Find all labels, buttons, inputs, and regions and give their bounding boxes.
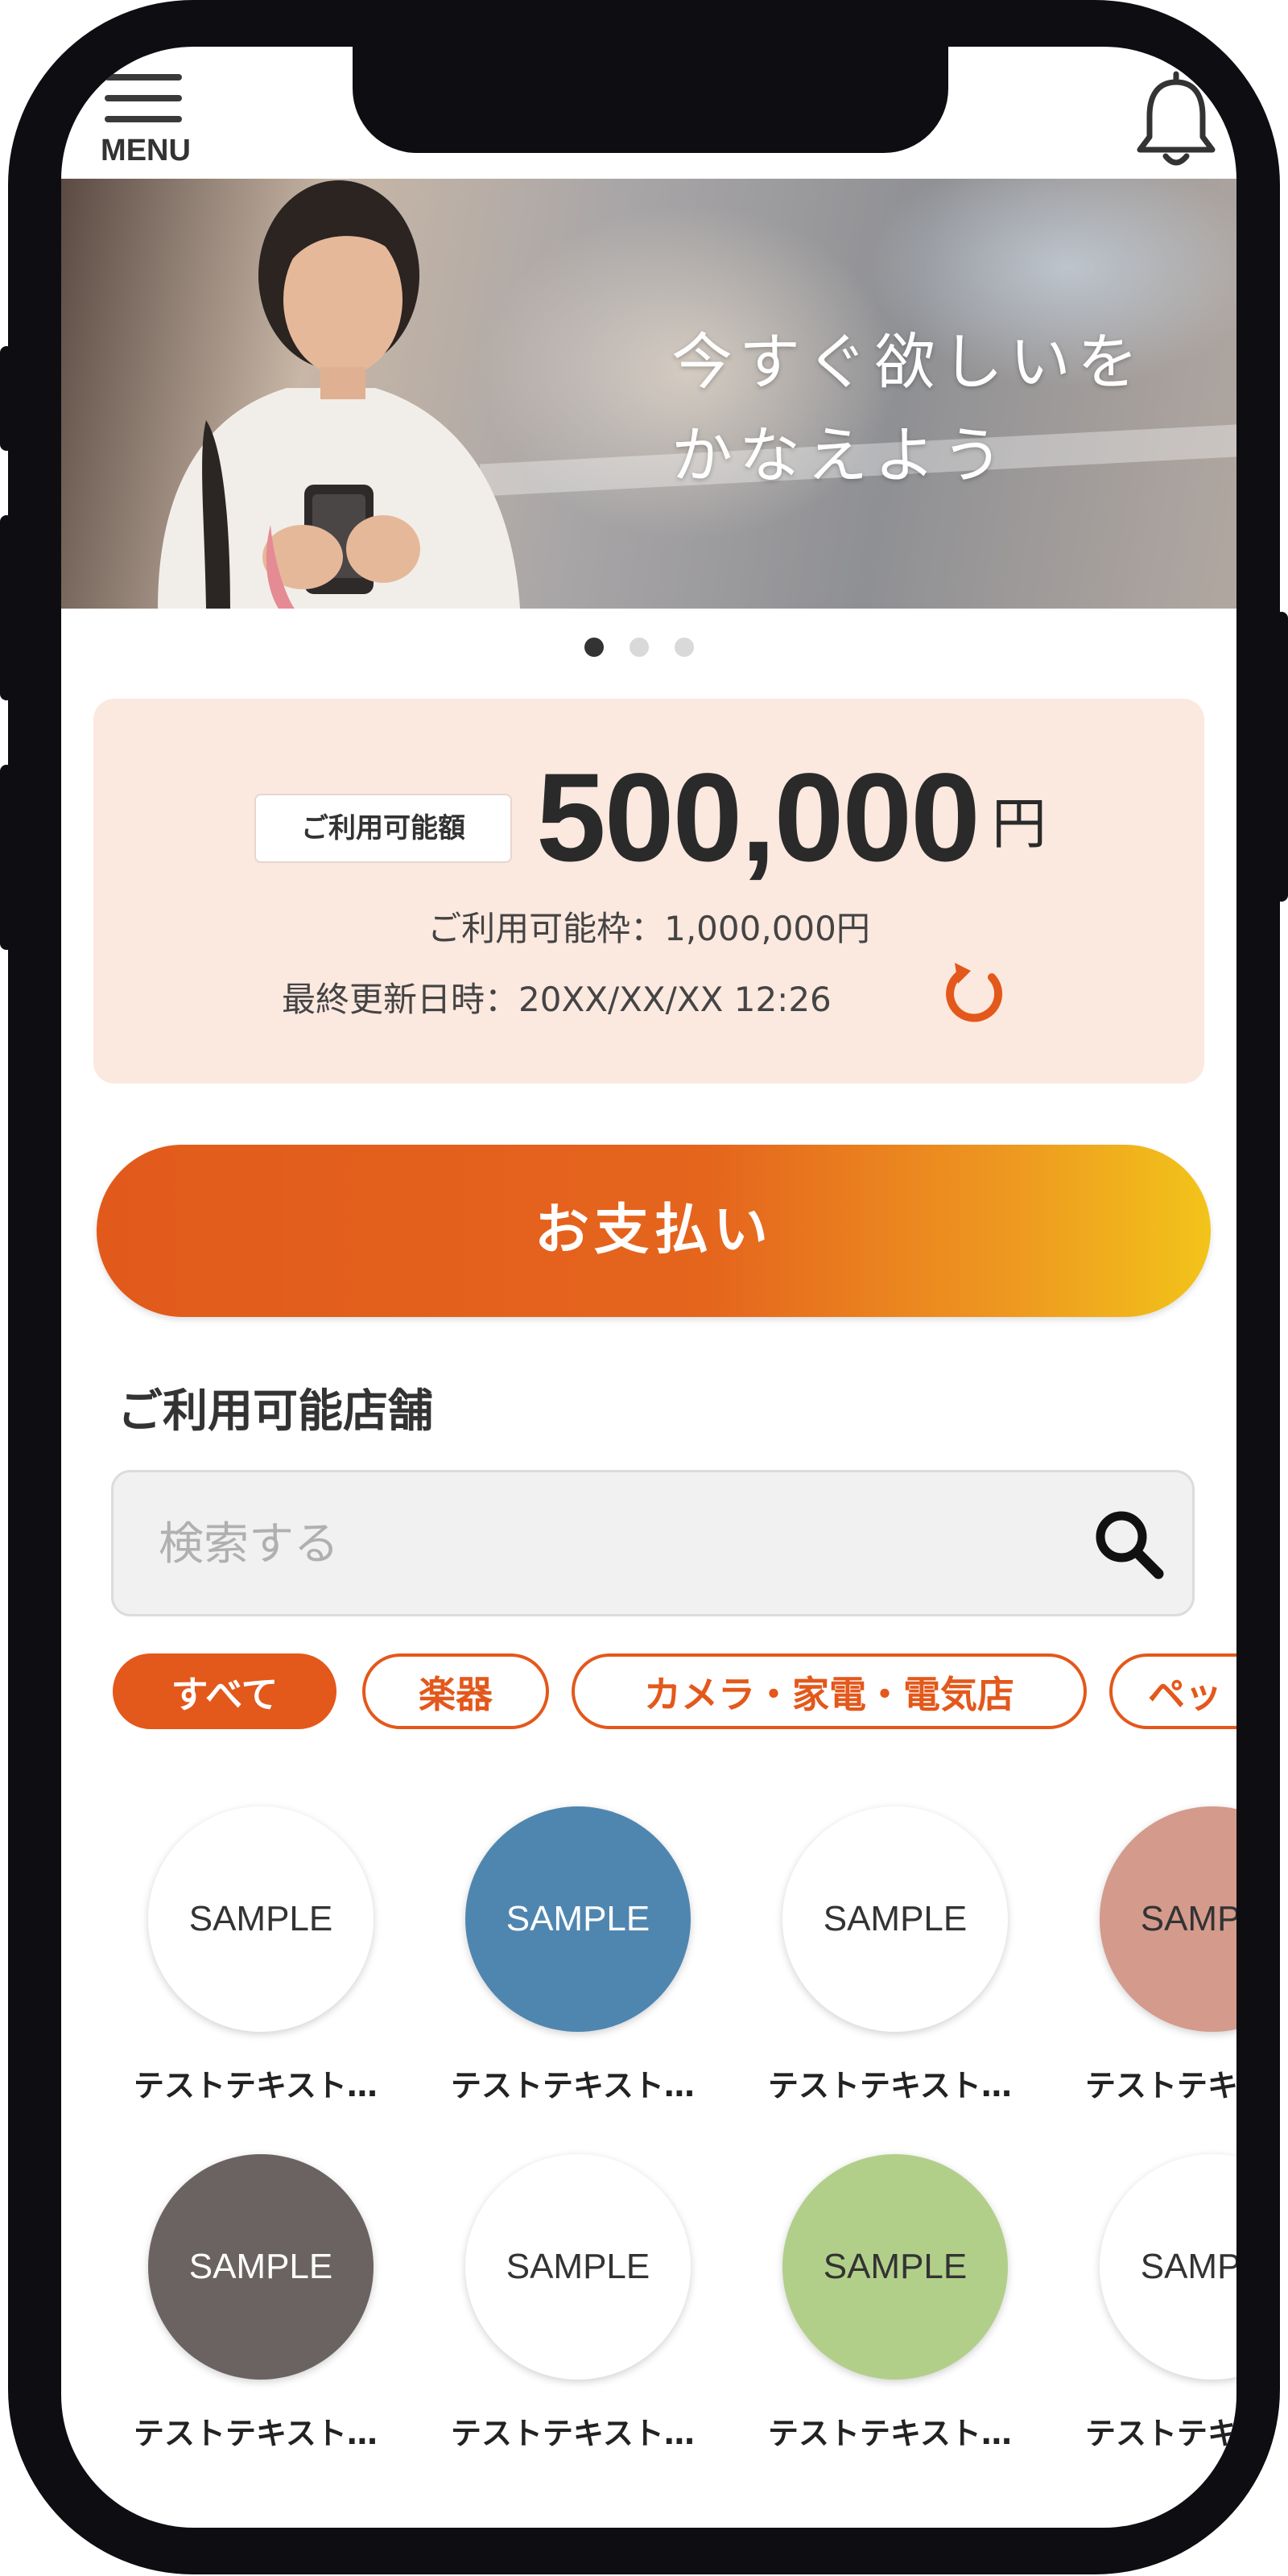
store-name: テストテキスト… <box>1085 2416 1236 2451</box>
category-chip-all[interactable]: すべて <box>113 1653 336 1729</box>
store-logo: SAMPLE <box>465 2154 691 2380</box>
store-logo: SAMPLE <box>782 1806 1008 2032</box>
hamburger-icon-line <box>105 116 182 122</box>
banner-headline: 今すぐ欲しいを かなえよう <box>671 316 1170 502</box>
stores-section-title: ご利用可能店舗 <box>118 1385 433 1438</box>
category-chip-camera-electronics[interactable]: カメラ・家電・電気店 <box>572 1653 1087 1729</box>
store-item[interactable]: SAMPLE テストテキスト… <box>134 2154 391 2476</box>
hamburger-icon <box>105 74 182 80</box>
woman-with-phone-photo <box>158 180 520 609</box>
store-item[interactable]: SAMPLE テストテキスト… <box>1085 1806 1236 2128</box>
store-logo: SAMPLE <box>1100 2154 1236 2380</box>
phone-silent-switch <box>0 346 13 451</box>
app-screen: MENU 今すぐ欲しいを かなえよう ご利用可能額 500,000 円 ご利用可… <box>61 47 1236 2528</box>
store-name: テストテキスト… <box>134 2416 378 2451</box>
store-search-input[interactable] <box>157 1472 1046 1616</box>
store-name: テストテキスト… <box>134 2068 378 2103</box>
store-item[interactable]: SAMPLE テストテキスト… <box>134 1806 391 2128</box>
phone-frame: MENU 今すぐ欲しいを かなえよう ご利用可能額 500,000 円 ご利用可… <box>8 0 1280 2574</box>
last-updated-text: 最終更新日時：20XX/XX/XX 12:26 <box>282 980 832 1019</box>
promo-banner[interactable]: 今すぐ欲しいを かなえよう <box>61 179 1236 609</box>
store-name: テストテキスト… <box>768 2068 1012 2103</box>
banner-headline-line1: 今すぐ欲しいを <box>671 326 1145 398</box>
store-item[interactable]: SAMPLE テストテキスト… <box>768 1806 1026 2128</box>
store-logo: SAMPLE <box>148 2154 374 2380</box>
store-search-box <box>111 1470 1195 1616</box>
credit-limit-text: ご利用可能枠：1,000,000円 <box>427 909 870 948</box>
store-item[interactable]: SAMPLE テストテキスト… <box>768 2154 1026 2476</box>
category-chip-pets[interactable]: ペッ <box>1109 1653 1236 1729</box>
carousel-dot[interactable] <box>675 638 694 657</box>
store-name: テストテキスト… <box>768 2416 1012 2451</box>
store-item[interactable]: SAMPLE テストテキスト… <box>451 2154 708 2476</box>
menu-button[interactable]: MENU <box>93 63 222 184</box>
store-name: テストテキスト… <box>451 2068 695 2103</box>
menu-label: MENU <box>101 134 191 167</box>
phone-volume-up <box>0 515 13 700</box>
phone-volume-down <box>0 765 13 950</box>
available-amount-value: 500,000 <box>536 748 980 888</box>
store-logo: SAMPLE <box>148 1806 374 2032</box>
refresh-icon[interactable] <box>939 958 1009 1029</box>
store-logo: SAMPLE <box>1100 1806 1236 2032</box>
pay-button[interactable]: お支払い <box>97 1145 1211 1317</box>
carousel-dot[interactable] <box>630 638 649 657</box>
search-icon[interactable] <box>1091 1506 1165 1580</box>
carousel-indicators <box>584 638 713 662</box>
currency-unit: 円 <box>992 793 1047 857</box>
store-logo: SAMPLE <box>782 2154 1008 2380</box>
available-amount-label: ご利用可能額 <box>254 794 512 863</box>
balance-card: ご利用可能額 500,000 円 ご利用可能枠：1,000,000円 最終更新日… <box>93 699 1204 1084</box>
banner-headline-line2: かなえよう <box>671 419 1009 491</box>
hamburger-icon-line <box>105 95 182 101</box>
carousel-dot-active[interactable] <box>584 638 604 657</box>
store-name: テストテキスト… <box>1085 2068 1236 2103</box>
store-name: テストテキスト… <box>451 2416 695 2451</box>
category-chip-instruments[interactable]: 楽器 <box>362 1653 549 1729</box>
store-logo: SAMPLE <box>465 1806 691 2032</box>
bell-icon[interactable] <box>1132 71 1220 175</box>
phone-power-button <box>1275 612 1288 902</box>
phone-notch <box>353 47 948 153</box>
store-item[interactable]: SAMPLE テストテキスト… <box>1085 2154 1236 2476</box>
store-item[interactable]: SAMPLE テストテキスト… <box>451 1806 708 2128</box>
